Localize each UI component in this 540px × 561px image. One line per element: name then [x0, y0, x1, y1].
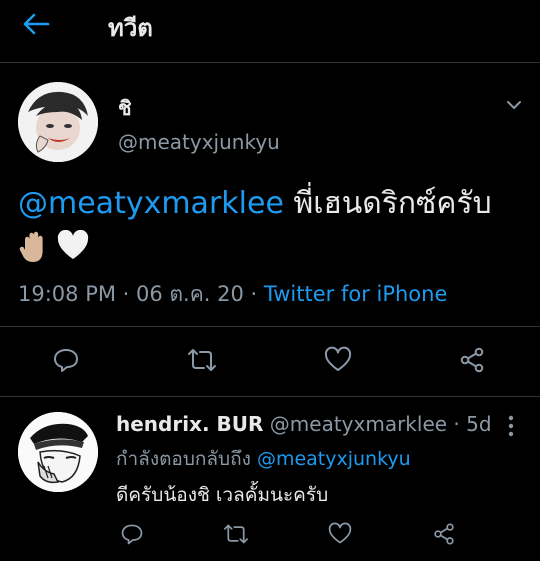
- avatar[interactable]: [18, 82, 98, 162]
- reply-actions: [116, 518, 516, 554]
- more-options-button[interactable]: [503, 414, 519, 438]
- page-title: ทวีต: [108, 14, 153, 42]
- reply-header: hendrix. BUR @meatyxmarklee · 5d: [116, 412, 492, 436]
- author-handle[interactable]: @meatyxmarklee: [270, 412, 447, 436]
- divider: [0, 396, 540, 397]
- white-heart-icon: [56, 230, 90, 264]
- author-name[interactable]: ชิ: [118, 92, 132, 124]
- meta-separator: ·: [447, 412, 467, 436]
- tweet-meta: 19:08 PM · 06 ต.ค. 20 · Twitter for iPho…: [18, 278, 447, 311]
- arrow-left-icon: [22, 12, 50, 36]
- tweet-time: 19:08 PM: [18, 282, 116, 306]
- tweet-age: 5d: [466, 412, 492, 436]
- share-button[interactable]: [456, 344, 488, 376]
- meta-separator: ·: [243, 282, 264, 306]
- more-options-button[interactable]: [503, 94, 525, 116]
- avatar[interactable]: [18, 412, 98, 492]
- raised-hand-icon: [18, 230, 50, 264]
- meta-separator: ·: [115, 282, 137, 306]
- like-button[interactable]: [322, 344, 354, 376]
- more-vertical-icon: [503, 414, 519, 438]
- reply-icon: [52, 346, 80, 374]
- mention-link[interactable]: @meatyxjunkyu: [257, 448, 411, 470]
- share-button[interactable]: [428, 518, 460, 550]
- reply-text: ดีครับน้องชิ เวลคั้มนะครับ: [116, 484, 329, 506]
- divider: [0, 326, 540, 327]
- like-icon: [324, 346, 352, 374]
- tweet-date: 06 ต.ค. 20: [136, 282, 244, 306]
- mention-link[interactable]: @meatyxmarklee: [18, 186, 284, 221]
- replying-label: กำลังตอบกลับถึง: [116, 448, 257, 470]
- emoji-row: [18, 230, 90, 264]
- top-bar: ทวีต: [0, 0, 540, 63]
- tweet-text: @meatyxmarklee พี่เฮนดริกซ์ครับ: [18, 186, 492, 222]
- source-link[interactable]: Twitter for iPhone: [264, 282, 448, 306]
- reply-button[interactable]: [116, 518, 148, 550]
- like-icon: [328, 522, 352, 546]
- share-icon: [458, 346, 486, 374]
- retweet-icon: [187, 346, 217, 374]
- like-button[interactable]: [324, 518, 356, 550]
- chevron-down-icon: [503, 94, 525, 116]
- retweet-icon: [223, 522, 249, 546]
- retweet-button[interactable]: [186, 344, 218, 376]
- reply-button[interactable]: [50, 344, 82, 376]
- author-name[interactable]: hendrix. BUR: [116, 412, 263, 436]
- retweet-button[interactable]: [220, 518, 252, 550]
- share-icon: [432, 522, 456, 546]
- tweet-actions: [0, 340, 540, 382]
- back-button[interactable]: [22, 10, 62, 38]
- reply-icon: [120, 522, 144, 546]
- replying-to: กำลังตอบกลับถึง @meatyxjunkyu: [116, 444, 411, 474]
- tweet-body: พี่เฮนดริกซ์ครับ: [283, 186, 492, 221]
- author-handle[interactable]: @meatyxjunkyu: [118, 130, 280, 154]
